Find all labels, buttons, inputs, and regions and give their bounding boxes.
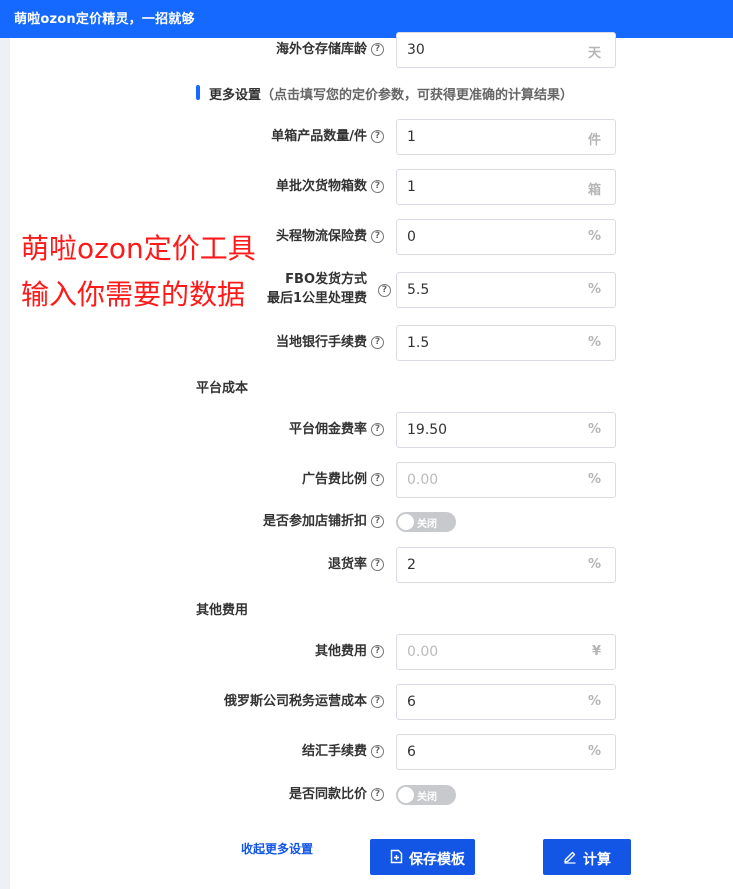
logistics-insurance-unit: % <box>587 229 601 244</box>
annotation-line-1: 萌啦ozon定价工具 <box>21 232 256 265</box>
return-rate-value: 2 <box>407 557 416 573</box>
russia-tax-input[interactable]: 6 % <box>396 684 616 720</box>
commission-input[interactable]: 19.50 % <box>396 412 616 448</box>
fbo-last-mile-input[interactable]: 5.5 % <box>396 272 616 308</box>
calculate-label: 计算 <box>583 852 611 868</box>
toggle-knob <box>398 787 414 803</box>
section-marker <box>196 85 200 100</box>
units-per-box-value: 1 <box>407 129 416 145</box>
annotation-line-2: 输入你需要的数据 <box>21 278 246 311</box>
units-per-box-unit: 件 <box>587 133 601 148</box>
more-settings-header: 更多设置 （点击填写您的定价参数，可获得更准确的计算结果） <box>196 84 616 103</box>
help-icon[interactable]: ? <box>371 695 384 708</box>
other-fee-placeholder: 0.00 <box>407 644 439 660</box>
bank-fee-value: 1.5 <box>407 335 430 351</box>
fbo-last-mile-value: 5.5 <box>407 282 430 298</box>
russia-tax-value: 6 <box>407 694 416 710</box>
bank-fee-input[interactable]: 1.5 % <box>396 325 616 361</box>
settlement-fee-input[interactable]: 6 % <box>396 734 616 770</box>
store-discount-label: 是否参加店铺折扣 <box>262 514 367 529</box>
help-icon[interactable]: ? <box>371 745 384 758</box>
help-icon[interactable]: ? <box>371 336 384 349</box>
help-icon[interactable]: ? <box>371 558 384 571</box>
help-icon[interactable]: ? <box>371 645 384 658</box>
calculate-button[interactable]: 计算 <box>543 839 631 875</box>
toggle-knob <box>398 514 414 530</box>
toggle-state-label: 关闭 <box>417 519 437 530</box>
app-header: 萌啦ozon定价精灵，一招就够 <box>0 0 733 38</box>
russia-tax-unit: % <box>587 694 601 709</box>
other-fee-unit: ¥ <box>591 644 601 659</box>
annotation-overlay: 萌啦ozon定价工具 输入你需要的数据 <box>21 226 256 318</box>
fbo-label-line1: FBO发货方式 <box>285 272 367 287</box>
other-costs-title: 其他费用 <box>196 603 249 618</box>
logistics-insurance-input[interactable]: 0 % <box>396 219 616 255</box>
boxes-per-batch-label: 单批次货物箱数 <box>275 179 367 194</box>
boxes-per-batch-unit: 箱 <box>587 183 601 198</box>
save-template-button[interactable]: 保存模板 <box>370 839 475 875</box>
return-rate-input[interactable]: 2 % <box>396 547 616 583</box>
help-icon[interactable]: ? <box>371 180 384 193</box>
ad-ratio-input[interactable]: 0.00 % <box>396 462 616 498</box>
storage-age-unit: 天 <box>587 46 601 61</box>
same-price-compare-toggle[interactable]: 关闭 <box>396 785 456 805</box>
help-icon[interactable]: ? <box>371 515 384 528</box>
storage-age-label: 海外仓存储库龄 <box>275 42 367 57</box>
more-settings-hint: （点击填写您的定价参数，可获得更准确的计算结果） <box>261 88 574 103</box>
fbo-label-line2: 最后1公里处理费 <box>266 291 367 306</box>
help-icon[interactable]: ? <box>378 284 391 297</box>
boxes-per-batch-input[interactable]: 1 箱 <box>396 169 616 205</box>
logistics-insurance-value: 0 <box>407 229 416 245</box>
return-rate-label: 退货率 <box>327 557 367 572</box>
save-template-label: 保存模板 <box>409 852 465 868</box>
edit-pen-icon <box>563 849 577 868</box>
ad-ratio-unit: % <box>587 472 601 487</box>
ad-ratio-label: 广告费比例 <box>301 472 367 487</box>
help-icon[interactable]: ? <box>371 788 384 801</box>
ad-ratio-placeholder: 0.00 <box>407 472 439 488</box>
settlement-fee-label: 结汇手续费 <box>301 744 367 759</box>
commission-unit: % <box>587 422 601 437</box>
bank-fee-unit: % <box>587 335 601 350</box>
commission-label: 平台佣金费率 <box>288 422 367 437</box>
commission-value: 19.50 <box>407 422 448 438</box>
storage-age-value: 30 <box>407 42 425 58</box>
boxes-per-batch-value: 1 <box>407 179 416 195</box>
save-file-icon <box>390 849 403 868</box>
sidebar-strip <box>0 38 10 889</box>
russia-tax-label: 俄罗斯公司税务运营成本 <box>223 694 367 709</box>
store-discount-toggle[interactable]: 关闭 <box>396 512 456 532</box>
other-fee-label: 其他费用 <box>314 644 367 659</box>
app-title: 萌啦ozon定价精灵，一招就够 <box>14 12 195 27</box>
collapse-more-settings-link[interactable]: 收起更多设置 <box>241 840 313 857</box>
help-icon[interactable]: ? <box>371 130 384 143</box>
help-icon[interactable]: ? <box>371 43 384 56</box>
toggle-state-label: 关闭 <box>417 792 437 803</box>
other-fee-input[interactable]: 0.00 ¥ <box>396 634 616 670</box>
units-per-box-label: 单箱产品数量/件 <box>271 129 367 144</box>
help-icon[interactable]: ? <box>371 230 384 243</box>
help-icon[interactable]: ? <box>371 473 384 486</box>
help-icon[interactable]: ? <box>371 423 384 436</box>
fbo-last-mile-unit: % <box>587 282 601 297</box>
return-rate-unit: % <box>587 557 601 572</box>
same-price-compare-label: 是否同款比价 <box>288 787 367 802</box>
storage-age-input[interactable]: 30 天 <box>396 32 616 68</box>
platform-costs-title: 平台成本 <box>196 381 249 396</box>
units-per-box-input[interactable]: 1 件 <box>396 119 616 155</box>
settlement-fee-value: 6 <box>407 744 416 760</box>
more-settings-title: 更多设置 <box>209 88 262 103</box>
settlement-fee-unit: % <box>587 744 601 759</box>
bank-fee-label: 当地银行手续费 <box>275 335 367 350</box>
logistics-insurance-label: 头程物流保险费 <box>275 229 367 244</box>
